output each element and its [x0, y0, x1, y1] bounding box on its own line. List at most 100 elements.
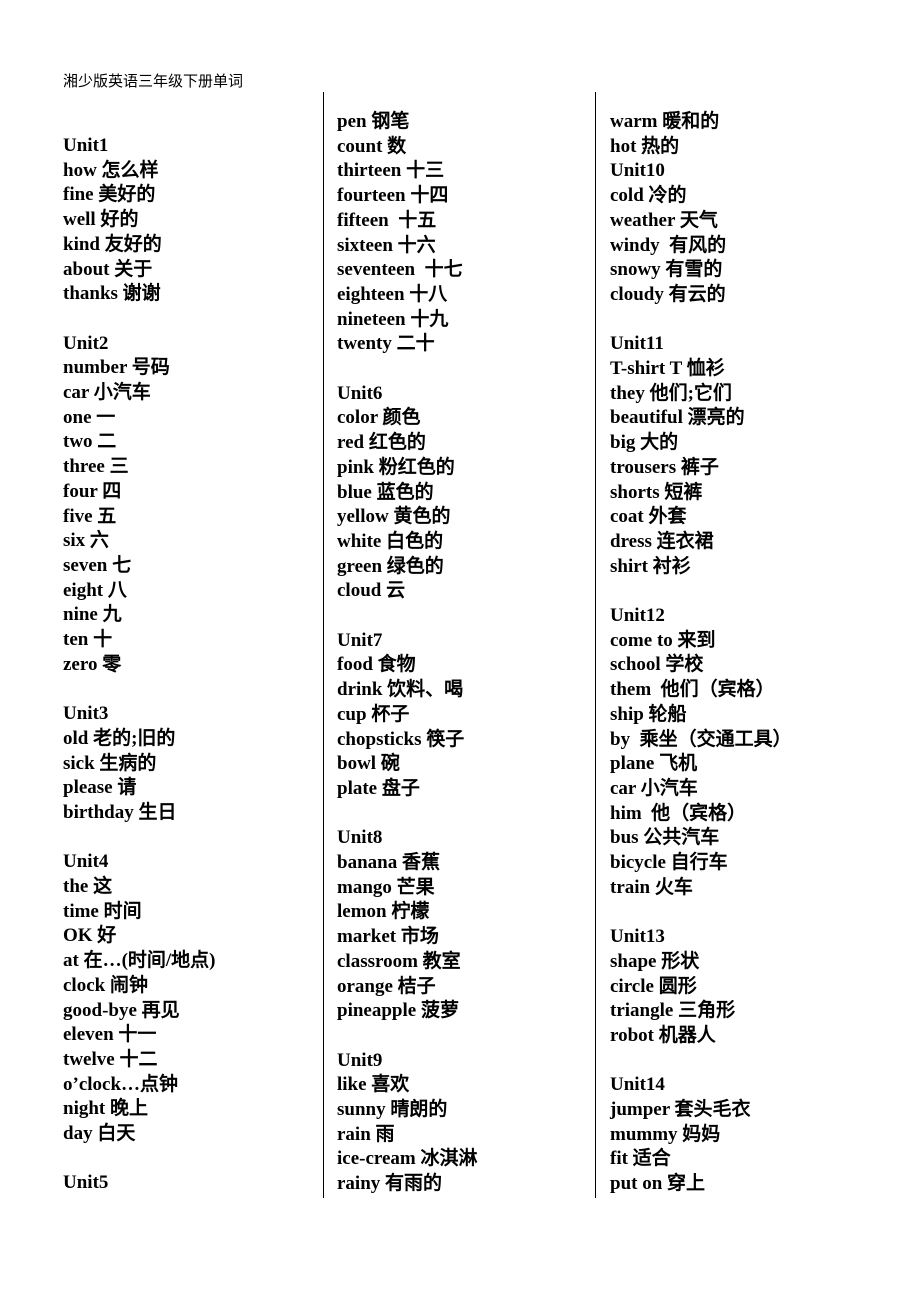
vocabulary-entry: twelve 十二 [63, 1048, 158, 1070]
vocabulary-entry: pink 粉红色的 [337, 456, 455, 478]
vocabulary-entry: trousers 裤子 [610, 456, 719, 478]
vocabulary-entry: nineteen 十九 [337, 308, 449, 330]
spacer-line [337, 1024, 587, 1049]
spacer-line [63, 1147, 313, 1172]
vocabulary-entry: plane 飞机 [610, 753, 698, 775]
vocabulary-entry: blue 蓝色的 [337, 481, 434, 503]
vocabulary-entry: weather 天气 [610, 209, 718, 231]
vocabulary-entry: pineapple 菠萝 [337, 1000, 459, 1022]
vocabulary-entry: four 四 [63, 480, 122, 502]
unit-heading: Unit9 [337, 1049, 383, 1071]
vocabulary-column-3: warm 暖和的 hot 热的 Unit10 cold 冷的 weather 天气 win… [610, 110, 910, 1197]
vocabulary-entry: car 小汽车 [610, 777, 698, 799]
vocabulary-entry: eight 八 [63, 579, 127, 601]
unit-heading: Unit8 [337, 827, 383, 849]
spacer-line [610, 308, 910, 333]
vocabulary-entry: sick 生病的 [63, 752, 157, 774]
vocabulary-entry: ship 轮船 [610, 703, 687, 725]
vocabulary-entry: car 小汽车 [63, 382, 151, 404]
vocabulary-entry: yellow 黄色的 [337, 506, 451, 528]
vocabulary-entry: coat 外套 [610, 506, 687, 528]
vocabulary-entry: cloud 云 [337, 580, 406, 602]
unit-heading: Unit1 [63, 135, 109, 156]
unit-heading: Unit12 [610, 605, 665, 627]
vocabulary-column-1: Unit1 how 怎么样 fine 美好的 well 好的 kind 友好的 about… [63, 134, 313, 1196]
vocabulary-entry: time 时间 [63, 900, 142, 922]
vocabulary-entry: big 大的 [610, 432, 679, 454]
vocabulary-entry: chopsticks 筷子 [337, 728, 465, 750]
vocabulary-entry: nine 九 [63, 604, 122, 626]
unit-heading: Unit3 [63, 703, 109, 725]
vocabulary-entry: dress 连衣裙 [610, 530, 714, 552]
vocabulary-entry: lemon 柠檬 [337, 901, 430, 923]
vocabulary-entry: two 二 [63, 431, 117, 453]
vocabulary-entry: shorts 短裤 [610, 481, 703, 503]
unit-heading: Unit4 [63, 851, 109, 873]
unit-heading: Unit7 [337, 629, 383, 651]
vocabulary-entry: zero 零 [63, 653, 122, 675]
vocabulary-entry: circle 圆形 [610, 975, 697, 997]
vocabulary-entry: like 喜欢 [337, 1074, 410, 1096]
vocabulary-entry: by 乘坐（交通工具） [610, 728, 792, 750]
vocabulary-entry: snowy 有雪的 [610, 259, 723, 281]
vocabulary-entry: day 白天 [63, 1123, 136, 1145]
vocabulary-entry: six 六 [63, 530, 109, 552]
vocabulary-entry: cloudy 有云的 [610, 283, 726, 305]
vocabulary-entry: mango 芒果 [337, 876, 435, 898]
vocabulary-entry: night 晚上 [63, 1098, 148, 1120]
column-divider-1 [323, 92, 324, 1198]
spacer-line [610, 579, 910, 604]
vocabulary-entry: warm 暖和的 [610, 111, 720, 132]
vocabulary-entry: thanks 谢谢 [63, 283, 161, 305]
vocabulary-entry: clock 闹钟 [63, 974, 148, 996]
unit-heading: Unit2 [63, 332, 109, 354]
vocabulary-entry: about 关于 [63, 258, 153, 280]
spacer-line [63, 677, 313, 702]
spacer-line [337, 604, 587, 629]
vocabulary-entry: bus 公共汽车 [610, 827, 720, 849]
unit-heading: Unit10 [610, 160, 665, 182]
vocabulary-entry: T-shirt T 恤衫 [610, 358, 725, 380]
vocabulary-entry: cold 冷的 [610, 185, 687, 207]
unit-heading: Unit11 [610, 333, 664, 355]
vocabulary-entry: seventeen 十七 [337, 259, 463, 281]
spacer-line [63, 307, 313, 332]
unit-heading: Unit14 [610, 1074, 665, 1096]
vocabulary-entry: rain 雨 [337, 1123, 395, 1145]
vocabulary-entry: five 五 [63, 505, 117, 527]
vocabulary-column-2: pen 钢笔 count 数 thirteen 十三 fourteen 十四 fifte… [337, 110, 587, 1197]
vocabulary-entry: at 在…(时间/地点) [63, 950, 216, 972]
vocabulary-entry: old 老的;旧的 [63, 727, 176, 749]
vocabulary-entry: banana 香蕉 [337, 852, 440, 874]
vocabulary-entry: rainy 有雨的 [337, 1173, 443, 1195]
vocabulary-entry: put on 穿上 [610, 1173, 706, 1195]
vocabulary-entry: robot 机器人 [610, 1024, 716, 1046]
vocabulary-entry: pen 钢笔 [337, 111, 410, 132]
vocabulary-entry: number 号码 [63, 357, 170, 379]
vocabulary-entry: count 数 [337, 135, 407, 157]
vocabulary-entry: well 好的 [63, 209, 139, 231]
vocabulary-entry: sixteen 十六 [337, 234, 436, 256]
vocabulary-entry: eleven 十一 [63, 1024, 157, 1046]
vocabulary-entry: windy 有风的 [610, 234, 727, 256]
vocabulary-entry: shape 形状 [610, 950, 700, 972]
unit-heading: Unit6 [337, 382, 383, 404]
vocabulary-entry: eighteen 十八 [337, 283, 448, 305]
page-title: 湘少版英语三年级下册单词 [63, 74, 244, 90]
vocabulary-entry: market 市场 [337, 926, 439, 948]
unit-heading: Unit5 [63, 1172, 109, 1194]
vocabulary-entry: bowl 碗 [337, 753, 400, 775]
vocabulary-entry: twenty 二十 [337, 333, 435, 355]
spacer-line [610, 1049, 910, 1074]
vocabulary-entry: orange 桔子 [337, 975, 436, 997]
spacer-line [337, 802, 587, 827]
vocabulary-entry: fifteen 十五 [337, 209, 437, 231]
vocabulary-entry: sunny 晴朗的 [337, 1099, 448, 1121]
vocabulary-entry: plate 盘子 [337, 777, 420, 799]
vocabulary-entry: fit 适合 [610, 1148, 671, 1170]
vocabulary-entry: please 请 [63, 777, 137, 799]
vocabulary-entry: mummy 妈妈 [610, 1123, 721, 1145]
spacer-line [63, 826, 313, 851]
vocabulary-entry: OK 好 [63, 925, 117, 947]
vocabulary-entry: him 他（宾格） [610, 802, 747, 824]
